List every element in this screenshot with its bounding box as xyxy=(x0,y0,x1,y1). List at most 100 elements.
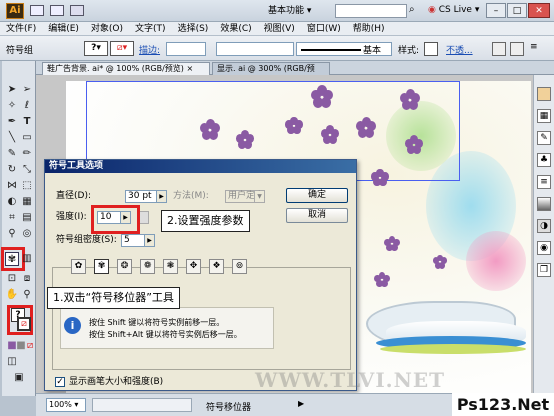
status-arrow-icon[interactable]: ▶ xyxy=(298,399,304,408)
fill-swatch[interactable]: ?▾ xyxy=(84,41,108,56)
brush-definition-field[interactable]: 基本 xyxy=(296,42,392,56)
pen-tool-icon[interactable]: ✒ xyxy=(5,115,19,129)
menu-file[interactable]: 文件(F) xyxy=(0,22,42,36)
diameter-field[interactable]: 30 pt ▶ xyxy=(125,190,167,203)
tab-display[interactable]: 显示. ai @ 300% (RGB/预览) × xyxy=(212,62,330,85)
triangle-right-icon[interactable]: ▶ xyxy=(156,191,166,202)
selection-tool-icon[interactable]: ➤ xyxy=(5,83,19,97)
symbol-stainer-tool-icon[interactable]: ✥ xyxy=(186,259,201,274)
paintbrush-tool-icon[interactable]: ✎ xyxy=(5,147,19,161)
screen-mode-icon[interactable]: ▣ xyxy=(12,371,26,385)
lasso-tool-icon[interactable]: ℓ xyxy=(20,99,34,113)
symbol-sprayer-tool-icon[interactable]: ✿ xyxy=(71,259,86,274)
bridge-icon[interactable] xyxy=(70,5,84,16)
artboard-tool-icon[interactable]: ⊡ xyxy=(5,272,19,286)
symbol-screener-tool-icon[interactable]: ❖ xyxy=(209,259,224,274)
swatches-panel-icon[interactable]: ▦ xyxy=(537,109,551,123)
tab-shoe-background[interactable]: 鞋广告背景. ai* @ 100% (RGB/预览) × xyxy=(42,62,210,75)
group-label: 符号组 xyxy=(6,46,34,56)
transform-icon[interactable] xyxy=(510,42,524,56)
workspace-switcher[interactable]: 基本功能 ▾ xyxy=(268,4,328,18)
close-icon[interactable]: ✕ xyxy=(528,3,550,18)
appearance-panel-icon[interactable]: ◉ xyxy=(537,241,551,255)
stroke-swatch[interactable]: ⧄▾ xyxy=(110,41,134,56)
stroke-weight-field[interactable] xyxy=(166,42,206,56)
menu-select[interactable]: 选择(S) xyxy=(172,22,215,36)
info-line-1: 按住 Shift 键以将符号实例前移一层。 xyxy=(89,318,225,327)
density-field[interactable]: 5 ▶ xyxy=(121,234,155,247)
opacity-label[interactable]: 不透... xyxy=(446,43,473,56)
align-icon[interactable] xyxy=(492,42,506,56)
layout-icon[interactable] xyxy=(30,5,44,16)
density-label: 符号组密度(S): xyxy=(56,235,117,245)
draw-mode-icon[interactable]: ◫ xyxy=(5,355,19,369)
artboard-nav[interactable] xyxy=(92,398,192,412)
title-bar: Ai 基本功能 ▾ ⌕ ◉ CS Live ▾ – □ ✕ xyxy=(0,0,554,22)
slice-tool-icon[interactable]: ⧈ xyxy=(20,272,34,286)
cs-live-label: CS Live xyxy=(438,5,472,15)
variable-width-field[interactable] xyxy=(216,42,294,56)
layers-panel-icon[interactable]: ❐ xyxy=(537,263,551,277)
gradient-panel-icon[interactable] xyxy=(537,197,551,211)
gradient-tool-icon[interactable]: ▤ xyxy=(20,211,34,225)
style-swatch[interactable] xyxy=(424,42,438,56)
panel-menu-icon[interactable]: ≡ xyxy=(530,42,544,56)
shape-builder-tool-icon[interactable]: ◐ xyxy=(5,195,19,209)
symbol-styler-tool-icon[interactable]: ⊚ xyxy=(232,259,247,274)
stroke-label[interactable]: 描边: xyxy=(139,43,160,56)
cs-live-button[interactable]: ◉ CS Live ▾ xyxy=(428,5,479,15)
menu-object[interactable]: 对象(O) xyxy=(85,22,129,36)
symbol-spinner-tool-icon[interactable]: ❃ xyxy=(163,259,178,274)
none-mode-icon[interactable]: ⧄ xyxy=(23,339,37,353)
chevron-down-icon: ▼ xyxy=(254,191,264,202)
scale-tool-icon[interactable]: ⤡ xyxy=(20,163,34,177)
direct-selection-tool-icon[interactable]: ➢ xyxy=(20,83,34,97)
basic-label: 基本 xyxy=(363,46,382,56)
minimize-icon[interactable]: – xyxy=(486,3,506,18)
watermark: WWW.TLVI.NET xyxy=(255,368,446,392)
rectangle-tool-icon[interactable]: ▭ xyxy=(20,131,34,145)
menu-type[interactable]: 文字(T) xyxy=(129,22,172,36)
info-line-2: 按住 Shift+Alt 键以将符号实例后移一层。 xyxy=(89,330,242,339)
width-tool-icon[interactable]: ⋈ xyxy=(5,179,19,193)
eyedropper-tool-icon[interactable]: ⚲ xyxy=(5,227,19,241)
color-panel-icon[interactable] xyxy=(537,87,551,101)
type-tool-icon[interactable]: T xyxy=(20,115,34,129)
search-field[interactable] xyxy=(335,4,407,18)
zoom-tool-icon[interactable]: ⚲ xyxy=(20,288,34,302)
method-select: 用户定义 ▼ xyxy=(225,190,265,203)
perspective-grid-tool-icon[interactable]: ▦ xyxy=(20,195,34,209)
magic-wand-tool-icon[interactable]: ✧ xyxy=(5,99,19,113)
triangle-right-icon[interactable]: ▶ xyxy=(144,235,154,246)
cancel-button[interactable]: 取消 xyxy=(286,208,348,223)
line-tool-icon[interactable]: ╲ xyxy=(5,131,19,145)
rotate-tool-icon[interactable]: ↻ xyxy=(5,163,19,177)
search-icon[interactable]: ⌕ xyxy=(409,4,415,15)
symbol-shifter-tool-button[interactable]: ✾ xyxy=(94,259,109,274)
zoom-field[interactable]: 100% ▾ xyxy=(46,398,86,412)
transparency-panel-icon[interactable]: ◑ xyxy=(537,219,551,233)
site-logo: Ps123.Net xyxy=(452,393,554,416)
arrange-icon[interactable] xyxy=(50,5,64,16)
blend-tool-icon[interactable]: ◎ xyxy=(20,227,34,241)
maximize-icon[interactable]: □ xyxy=(507,3,527,18)
pencil-tool-icon[interactable]: ✏ xyxy=(20,147,34,161)
ok-button[interactable]: 确定 xyxy=(286,188,348,203)
symbol-scruncher-tool-icon[interactable]: ❂ xyxy=(117,259,132,274)
menu-window[interactable]: 窗口(W) xyxy=(301,22,347,36)
show-brush-checkbox[interactable]: ✓ xyxy=(55,377,65,387)
menu-effect[interactable]: 效果(C) xyxy=(214,22,257,36)
stroke-panel-icon[interactable]: ≡ xyxy=(537,175,551,189)
menu-view[interactable]: 视图(V) xyxy=(258,22,301,36)
brushes-panel-icon[interactable]: ✎ xyxy=(537,131,551,145)
menu-help[interactable]: 帮助(H) xyxy=(347,22,391,36)
intensity-label: 强度(I): xyxy=(56,212,87,222)
stroke-color-box[interactable]: ⧄ xyxy=(17,317,31,331)
symbols-panel-icon[interactable]: ♣ xyxy=(537,153,551,167)
column-graph-tool-icon[interactable]: ▥ xyxy=(20,252,34,266)
hand-tool-icon[interactable]: ✋ xyxy=(5,288,19,302)
symbol-sizer-tool-icon[interactable]: ❁ xyxy=(140,259,155,274)
mesh-tool-icon[interactable]: ⌗ xyxy=(5,211,19,225)
free-transform-tool-icon[interactable]: ⬚ xyxy=(20,179,34,193)
menu-edit[interactable]: 编辑(E) xyxy=(42,22,85,36)
